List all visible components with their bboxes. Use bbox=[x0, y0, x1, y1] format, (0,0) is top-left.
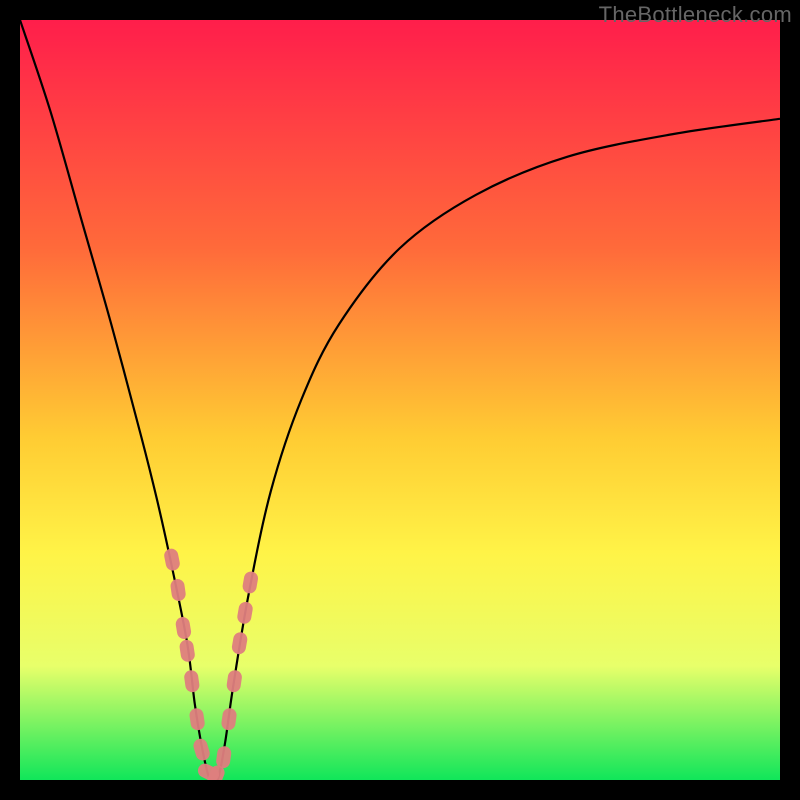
marker-dot bbox=[231, 631, 249, 655]
marker-dot bbox=[179, 639, 196, 663]
marker-dot bbox=[163, 547, 181, 571]
marker-dot bbox=[192, 737, 212, 762]
highlight-markers bbox=[163, 547, 259, 780]
marker-dot bbox=[189, 707, 206, 731]
bottleneck-curve bbox=[20, 20, 780, 780]
marker-dot bbox=[175, 616, 192, 640]
marker-dot bbox=[236, 601, 254, 625]
chart-svg bbox=[20, 20, 780, 780]
plot-area bbox=[20, 20, 780, 780]
marker-dot bbox=[242, 570, 260, 594]
marker-dot bbox=[170, 578, 187, 602]
marker-dot bbox=[221, 707, 238, 731]
marker-dot bbox=[183, 669, 200, 693]
watermark-text: TheBottleneck.com bbox=[599, 2, 792, 28]
marker-dot bbox=[226, 669, 243, 693]
marker-dot bbox=[215, 745, 232, 769]
